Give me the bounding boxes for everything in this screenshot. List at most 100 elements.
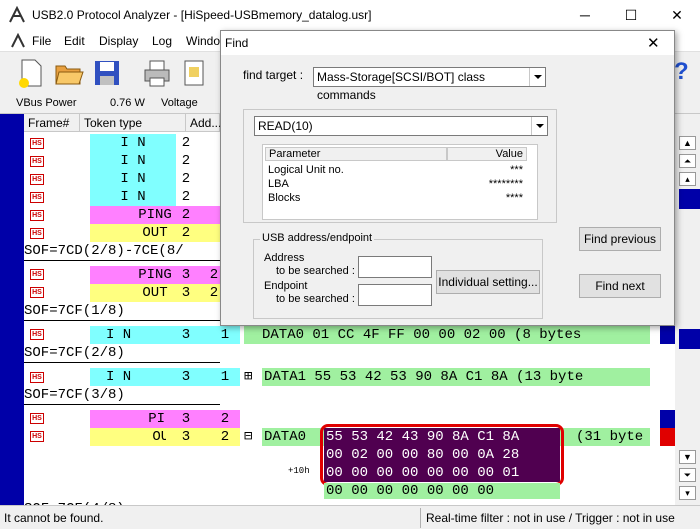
scroll-top-icon[interactable]: ▴ [679,172,696,186]
scroll-up-icon[interactable]: ▲ [679,136,696,150]
dialog-close-button[interactable]: ✕ [647,34,660,52]
find-target-value: Mass-Storage[SCSI/BOT] class commands [317,70,486,102]
hex-line-4[interactable]: 00 00 00 00 00 00 00 [326,482,494,500]
sof-marker: SOF=7CF(2/8) [24,344,220,363]
param-value[interactable]: **** [443,192,523,204]
param-name: Logical Unit no. [268,164,344,176]
endp-cell: 2 [209,285,219,301]
usb-group-label: USB address/endpoint [260,232,375,244]
token-cell[interactable]: I N [90,152,176,170]
param-value[interactable]: *** [443,164,523,176]
new-button[interactable] [14,56,48,90]
hs-badge: HS [30,287,44,298]
minimize-button[interactable]: ─ [562,0,608,30]
col-addr[interactable]: Add... [186,114,221,132]
scroll-up-fast-icon[interactable]: ⏶ [679,154,696,168]
menu-file[interactable]: File [32,34,51,48]
dialog-title: Find [225,36,249,50]
sof-marker: SOF=7CF(3/8) [24,386,220,405]
dialog-title-bar: Find ✕ [221,31,674,55]
hs-badge: HS [30,192,44,203]
data-length: (31 byte [576,429,644,445]
endpoint-input[interactable] [358,284,432,306]
nak-marker [660,428,675,446]
doc-menu-icon[interactable] [10,33,26,49]
param-name: LBA [268,178,289,190]
status-filter: Real-time filter : not in use / Trigger … [426,511,675,525]
endp-cell: 1 [210,326,240,344]
left-margin-strip [0,114,24,505]
hs-badge: HS [30,413,44,424]
address-input[interactable] [358,256,432,278]
help-icon[interactable]: ? [674,58,689,86]
token-cell[interactable]: I N [90,170,176,188]
maximize-button[interactable]: ☐ [608,0,654,30]
ack-marker [660,326,675,344]
addr-cell: 3 [166,410,206,428]
data-cell[interactable]: DATA1 55 53 42 53 90 8A C1 8A (13 byte [262,368,650,386]
menu-log[interactable]: Log [152,34,172,48]
addr-cell: 3 [181,285,191,301]
addr-cell: 2 [181,189,191,205]
address-label: Address [264,252,305,264]
close-button[interactable]: ✕ [654,0,700,30]
hs-badge: HS [30,228,44,239]
expand-icon[interactable]: ⊞ [244,368,252,385]
status-message: It cannot be found. [4,511,104,525]
token-cell[interactable]: I N [90,188,176,206]
status-bar: It cannot be found. Real-time filter : n… [0,505,700,529]
param-value[interactable]: ******** [443,178,523,190]
endp-cell: 1 [210,368,240,386]
print-button[interactable] [140,56,174,90]
menu-edit[interactable]: Edit [64,34,85,48]
token-cell[interactable]: I N [90,134,176,152]
endpoint-label-2: to be searched : [276,293,355,305]
hs-badge: HS [30,210,44,221]
menu-display[interactable]: Display [99,34,138,48]
ack-marker [679,329,700,349]
usb-address-group: USB address/endpoint Address to be searc… [253,232,543,319]
addr-cell: 3 [166,428,206,446]
endpoint-label: Endpoint [264,280,308,292]
endp-cell: 2 [209,267,219,283]
data-cell[interactable]: DATA0 01 CC 4F FF 00 00 02 00 (8 bytes [244,326,650,344]
find-dialog: Find ✕ find target : Mass-Storage[SCSI/B… [220,30,675,326]
hs-badge: HS [30,372,44,383]
data-pid: DATA0 [264,429,307,445]
sof-marker: SOF=7CF(1/8) [24,302,220,321]
scroll-down-fast-icon[interactable]: ⏷ [679,468,696,482]
menu-window[interactable]: Windo [186,34,220,48]
find-next-button[interactable]: Find next [579,274,661,298]
preview-button[interactable] [178,56,212,90]
hs-badge: HS [30,174,44,185]
offset-label: +10h [288,466,310,476]
find-target-select[interactable]: Mass-Storage[SCSI/BOT] class commands [313,67,546,102]
chevron-down-icon [529,68,545,86]
window-title: USB2.0 Protocol Analyzer - [HiSpeed-USBm… [32,8,372,22]
col-token[interactable]: Token type [80,114,186,132]
col-frame[interactable]: Frame# [24,114,80,132]
individual-setting-button[interactable]: Individual setting... [436,270,540,294]
command-select[interactable]: READ(10) [254,116,548,136]
printer-icon [144,60,170,87]
save-disk-icon [95,61,119,85]
find-previous-button[interactable]: Find previous [579,227,661,251]
open-button[interactable] [52,56,86,90]
sof-marker: SOF=7CD(2/8)-7CE(8/ [24,242,220,261]
value-header: Value [447,147,527,161]
scroll-down-icon[interactable]: ▼ [679,450,696,464]
command-value: READ(10) [258,119,313,133]
open-folder-icon [55,65,84,85]
endp-cell: 2 [210,428,240,446]
command-group: READ(10) Parameter Value Logical Unit no… [243,109,557,223]
parameter-table: Parameter Value Logical Unit no. *** LBA… [262,144,538,220]
addr-cell: 2 [181,171,191,187]
ack-marker [679,189,700,209]
hs-badge: HS [30,329,44,340]
collapse-icon[interactable]: ⊟ [244,428,252,445]
endp-cell: 2 [210,410,240,428]
addr-cell: 2 [181,135,191,151]
save-button[interactable] [90,56,124,90]
scroll-bottom-icon[interactable]: ▾ [679,486,696,500]
addr-cell: 2 [181,153,191,169]
